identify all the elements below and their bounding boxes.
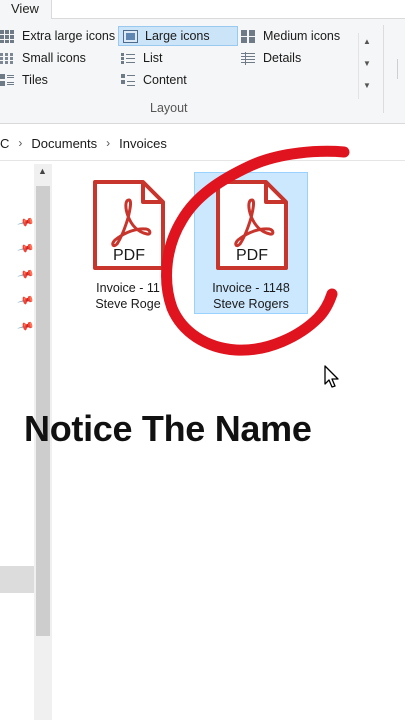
layout-list[interactable]: List	[121, 48, 162, 68]
ribbon: Extra large icons Large icons Medium ico…	[0, 19, 405, 124]
layout-extra-large-icons[interactable]: Extra large icons	[0, 26, 115, 46]
layout-option-label: Tiles	[22, 73, 48, 87]
pin-icon[interactable]: 📌	[17, 239, 35, 257]
extra-large-icons-icon	[0, 29, 15, 43]
ribbon-tab-strip: View	[0, 0, 405, 20]
breadcrumb-item[interactable]: Documents	[31, 136, 97, 151]
pin-icon[interactable]: 📌	[17, 213, 35, 231]
file-name-line: Steve Roge	[95, 297, 161, 311]
layout-option-label: Content	[143, 73, 187, 87]
breadcrumb-item[interactable]: Invoices	[119, 136, 167, 151]
address-bar[interactable]: C › Documents › Invoices	[0, 125, 405, 161]
pdf-file-icon: PDF	[93, 180, 165, 270]
expand-gallery-icon[interactable]: ▼	[363, 81, 371, 90]
pin-icon[interactable]: 📌	[17, 291, 35, 309]
group-label-layout: Layout	[150, 101, 188, 115]
layout-gallery: Extra large icons Large icons Medium ico…	[0, 26, 375, 99]
medium-icons-icon	[241, 29, 256, 43]
file-name: Invoice - 1148 Steve Rogers	[195, 280, 307, 312]
file-name: Invoice - 11 Steve Roge	[71, 280, 185, 312]
layout-option-label: Details	[263, 51, 302, 65]
details-icon	[241, 51, 256, 65]
large-icons-icon	[123, 29, 138, 43]
ribbon-next-group	[397, 59, 405, 79]
layout-option-label: Small icons	[22, 51, 86, 65]
list-icon	[121, 51, 136, 65]
video-caption: Notice The Name	[24, 408, 312, 449]
pdf-label: PDF	[113, 247, 145, 264]
tab-view[interactable]: View	[0, 0, 52, 20]
chevron-right-icon[interactable]: ›	[18, 136, 22, 150]
chevron-up-icon[interactable]: ▲	[363, 37, 371, 46]
file-name-line: Invoice - 1148	[212, 281, 290, 295]
tiles-icon	[0, 73, 15, 87]
breadcrumb-item[interactable]: C	[0, 136, 9, 151]
layout-option-label: Medium icons	[263, 29, 341, 43]
pin-icon[interactable]: 📌	[17, 265, 35, 283]
layout-small-icons[interactable]: Small icons	[0, 48, 86, 68]
layout-details[interactable]: Details	[241, 48, 301, 68]
small-icons-icon	[0, 51, 15, 65]
gallery-scrollbar[interactable]: ▲ ▼ ▼	[358, 33, 374, 99]
chevron-down-icon[interactable]: ▼	[363, 59, 371, 68]
layout-large-icons[interactable]: Large icons	[118, 26, 238, 46]
chevron-right-icon[interactable]: ›	[106, 136, 110, 150]
layout-option-label: List	[143, 51, 163, 65]
layout-tiles[interactable]: Tiles	[0, 70, 48, 90]
file-item-selected[interactable]: PDF Invoice - 1148 Steve Rogers	[194, 172, 308, 314]
layout-medium-icons[interactable]: Medium icons	[241, 26, 340, 46]
mouse-pointer-icon	[324, 365, 339, 388]
layout-option-label: Large icons	[145, 29, 210, 43]
pin-icon[interactable]: 📌	[17, 317, 35, 335]
file-name-line: Invoice - 11	[96, 281, 160, 295]
layout-option-label: Extra large icons	[22, 29, 116, 43]
file-item[interactable]: PDF Invoice - 11 Steve Roge	[71, 172, 185, 314]
pdf-label: PDF	[236, 247, 268, 264]
nav-item-highlight[interactable]	[0, 566, 34, 593]
ribbon-divider	[383, 25, 384, 113]
breadcrumb: C › Documents › Invoices	[0, 125, 167, 161]
file-name-line: Steve Rogers	[213, 297, 289, 311]
content-icon	[121, 73, 136, 87]
layout-content[interactable]: Content	[121, 70, 187, 90]
pdf-file-icon: PDF	[216, 180, 288, 270]
chevron-up-icon[interactable]: ▲	[38, 166, 47, 176]
